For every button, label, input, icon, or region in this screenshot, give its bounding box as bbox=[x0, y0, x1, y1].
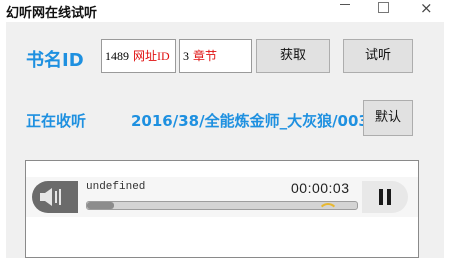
fetch-button[interactable]: 获取 bbox=[256, 39, 330, 73]
book-id-label: 书名ID bbox=[26, 50, 84, 71]
default-button[interactable]: 默认 bbox=[363, 100, 413, 136]
minimize-button[interactable] bbox=[340, 4, 350, 5]
audio-player: undefined 00:00:03 bbox=[25, 160, 419, 258]
listen-button[interactable]: 试听 bbox=[343, 39, 413, 73]
book-id-value: 1489 bbox=[105, 49, 129, 63]
now-playing-path: 2016/38/全能炼金师_大灰狼/003 bbox=[131, 112, 369, 130]
pause-icon[interactable] bbox=[362, 181, 408, 213]
title-bar: 幻听网在线试听 × bbox=[0, 0, 450, 22]
track-name: undefined bbox=[86, 181, 146, 193]
loading-spinner-icon bbox=[318, 203, 338, 223]
speaker-icon[interactable] bbox=[32, 181, 78, 213]
book-id-input[interactable]: 1489 网址ID bbox=[101, 39, 176, 73]
progress-fill bbox=[87, 202, 114, 209]
time-readout: 00:00:03 bbox=[291, 180, 350, 196]
progress-slider[interactable] bbox=[86, 201, 358, 210]
player-controls: undefined 00:00:03 bbox=[26, 177, 418, 217]
window-title: 幻听网在线试听 bbox=[6, 6, 98, 21]
now-playing-label: 正在收听 bbox=[26, 112, 87, 130]
chapter-input[interactable]: 3 章节 bbox=[179, 39, 252, 73]
chapter-placeholder: 章节 bbox=[193, 49, 218, 63]
maximize-button[interactable] bbox=[378, 2, 389, 13]
main-panel: 书名ID 1489 网址ID 3 章节 获取 试听 正在收听 2016/38/全能炼… bbox=[6, 22, 444, 258]
chapter-value: 3 bbox=[183, 49, 189, 63]
close-button[interactable]: × bbox=[420, 1, 433, 16]
book-id-placeholder: 网址ID bbox=[133, 49, 170, 63]
